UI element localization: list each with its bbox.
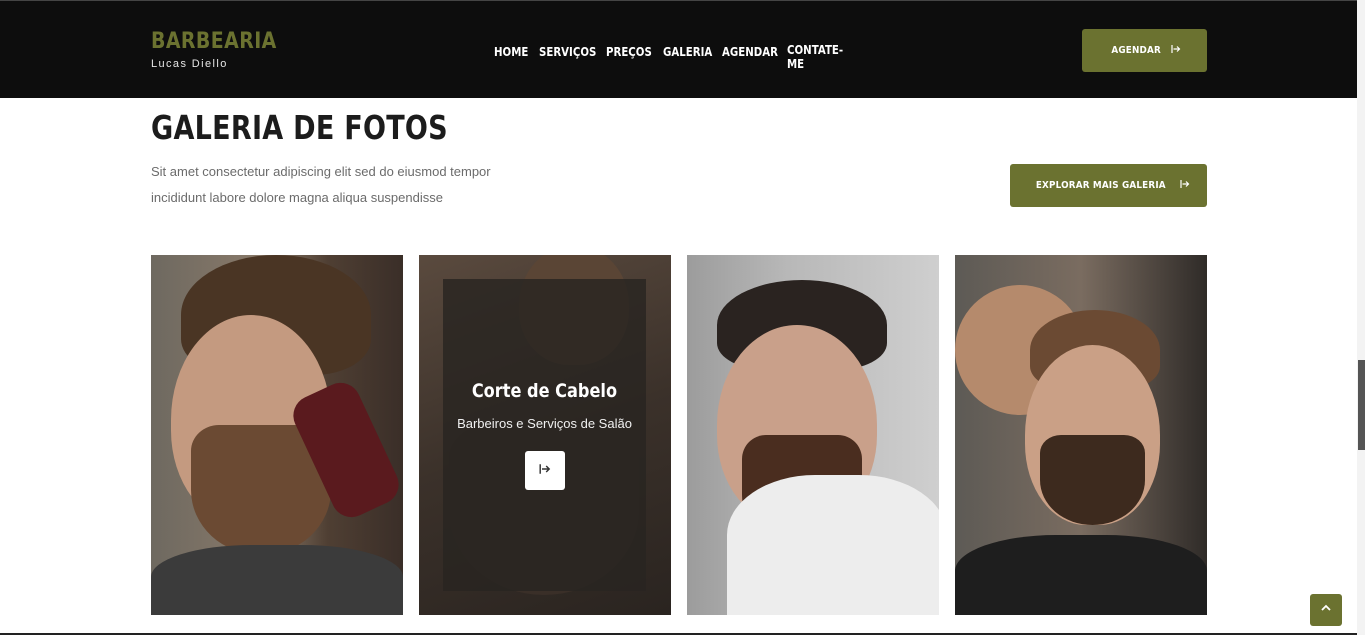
site-header: BARBEARIA Lucas Diello HOME SERVIÇOS PRE… xyxy=(0,0,1357,98)
nav-item-precos[interactable]: PREÇOS xyxy=(606,45,652,59)
gallery-photo[interactable] xyxy=(955,255,1207,615)
nav-item-contate-me[interactable]: CONTATE-ME xyxy=(787,43,847,71)
chevron-up-icon xyxy=(1320,601,1332,619)
nav-item-home[interactable]: HOME xyxy=(494,45,528,59)
photo-cape xyxy=(727,475,939,615)
explore-gallery-button[interactable]: EXPLORAR MAIS GALERIA xyxy=(1010,164,1207,207)
arrow-right-icon xyxy=(1171,44,1181,57)
scroll-to-top-button[interactable] xyxy=(1310,594,1342,626)
overlay-title: Corte de Cabelo xyxy=(471,380,618,402)
main-nav: HOME SERVIÇOS PREÇOS GALERIA AGENDAR CON… xyxy=(494,43,857,71)
agendar-button-label: AGENDAR xyxy=(1111,45,1162,56)
photo-overlay: Corte de Cabelo Barbeiros e Serviços de … xyxy=(443,279,646,591)
arrow-right-icon xyxy=(1180,179,1190,192)
scrollbar-track[interactable] xyxy=(1357,0,1365,635)
arrow-right-icon xyxy=(538,463,551,478)
nav-item-agendar[interactable]: AGENDAR xyxy=(722,45,778,59)
overlay-subtitle: Barbeiros e Serviços de Salão xyxy=(457,416,632,431)
gallery-photo[interactable] xyxy=(151,255,403,615)
nav-item-galeria[interactable]: GALERIA xyxy=(663,45,712,59)
photo-cape xyxy=(955,535,1207,615)
brand-subtitle: Lucas Diello xyxy=(151,58,228,70)
nav-item-servicos[interactable]: SERVIÇOS xyxy=(539,45,596,59)
overlay-open-button[interactable] xyxy=(524,451,565,490)
gallery-photo-featured[interactable]: Corte de Cabelo Barbeiros e Serviços de … xyxy=(419,255,671,615)
scrollbar-thumb[interactable] xyxy=(1358,360,1365,450)
explore-gallery-label: EXPLORAR MAIS GALERIA xyxy=(1035,180,1166,191)
gallery-description: Sit amet consectetur adipiscing elit sed… xyxy=(151,164,491,205)
brand-title: BARBEARIA xyxy=(151,29,277,54)
agendar-button[interactable]: AGENDAR xyxy=(1082,29,1207,72)
gallery-photo[interactable] xyxy=(687,255,939,615)
page: BARBEARIA Lucas Diello HOME SERVIÇOS PRE… xyxy=(0,0,1365,635)
gallery-title: GALERIA DE FOTOS xyxy=(151,108,448,147)
photo-beard xyxy=(1040,435,1145,525)
brand-logo[interactable]: BARBEARIA Lucas Diello xyxy=(151,29,297,70)
photo-shirt xyxy=(151,545,403,615)
